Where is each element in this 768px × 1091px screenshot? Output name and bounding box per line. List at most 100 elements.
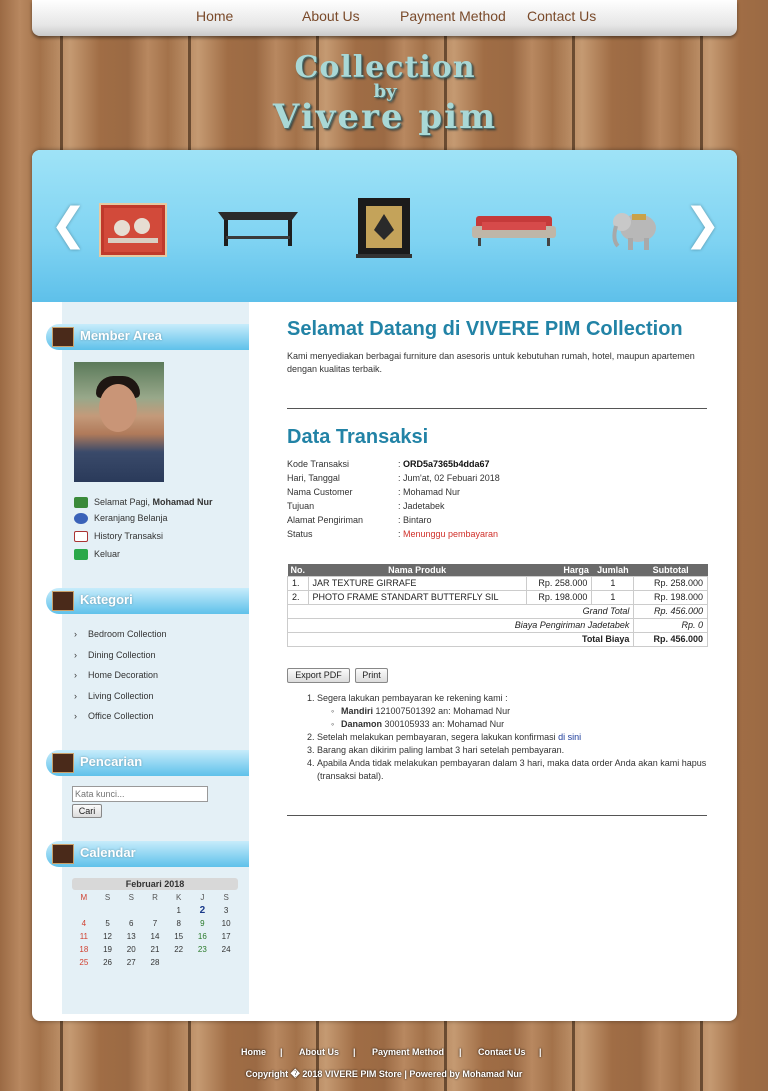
chevron-right-icon: › bbox=[74, 650, 77, 660]
confirm-link[interactable]: di sini bbox=[558, 732, 581, 742]
detail-label: Tujuan bbox=[287, 501, 315, 511]
site-logo[interactable]: Collection by Vivere pim bbox=[225, 52, 545, 142]
footer-about-link[interactable]: About Us bbox=[299, 1047, 339, 1057]
logout-label: Keluar bbox=[94, 549, 121, 559]
category-title: Kategori bbox=[80, 592, 133, 607]
detail-colon: : bbox=[398, 529, 401, 539]
greeting-text: Selamat Pagi, bbox=[94, 497, 153, 507]
category-item-bedroom[interactable]: › Bedroom Collection bbox=[74, 629, 167, 639]
total-value: Rp. 456.000 bbox=[633, 631, 708, 647]
calendar-day: 21 bbox=[150, 945, 160, 954]
detail-label: Status bbox=[287, 529, 313, 539]
category-label: Bedroom Collection bbox=[88, 629, 167, 639]
calendar-day: 4 bbox=[81, 919, 87, 928]
category-item-office[interactable]: › Office Collection bbox=[74, 711, 153, 721]
calendar-day-header: K bbox=[175, 893, 182, 902]
footer-separator: | bbox=[539, 1047, 542, 1057]
welcome-title: Selamat Datang di VIVERE PIM Collection bbox=[287, 318, 683, 340]
calendar-month: Februari 2018 bbox=[72, 878, 238, 890]
detail-colon: : bbox=[398, 473, 401, 483]
list-item: 2. Setelah melakukan pembayaran, segera l… bbox=[307, 732, 582, 742]
category-item-living[interactable]: › Living Collection bbox=[74, 691, 154, 701]
calendar-day bbox=[191, 956, 215, 969]
main-container: ❮ ❯ Member Area Selamat Pagi, Mohamad Nu… bbox=[32, 150, 737, 1021]
search-input[interactable] bbox=[72, 786, 208, 802]
calendar-day bbox=[214, 956, 238, 969]
vivere-logo-icon bbox=[52, 753, 74, 773]
detail-value: Mohamad Nur bbox=[403, 487, 461, 497]
logo-line-1: Collection bbox=[294, 50, 476, 85]
slider-next-arrow-icon[interactable]: ❯ bbox=[684, 203, 721, 247]
grand-total-value: Rp. 456.000 bbox=[633, 603, 708, 619]
cart-link[interactable]: Keranjang Belanja bbox=[74, 513, 168, 525]
product-thumb-elephant[interactable] bbox=[608, 202, 662, 254]
table-header-row: No. Nama Produk Harga Jumlah Subtotal bbox=[287, 564, 708, 576]
avatar-face bbox=[99, 384, 137, 432]
table-cell: Rp. 198.000 bbox=[525, 589, 593, 605]
table-cell: 1 bbox=[591, 589, 635, 605]
detail-colon: : bbox=[398, 459, 401, 469]
calendar-day: 9 bbox=[200, 919, 205, 928]
calendar-day: 13 bbox=[126, 932, 136, 941]
export-pdf-button[interactable]: Export PDF bbox=[287, 668, 350, 683]
calendar-day: 1 bbox=[176, 906, 181, 915]
search-button[interactable]: Cari bbox=[72, 804, 102, 818]
nav-payment-link[interactable]: Payment Method bbox=[400, 8, 506, 24]
welcome-text: Kami menyediakan berbagai furniture dan … bbox=[287, 351, 695, 374]
footer-contact-link[interactable]: Contact Us bbox=[478, 1047, 526, 1057]
calendar-day-today[interactable]: 2 bbox=[191, 904, 215, 917]
detail-colon: : bbox=[398, 487, 401, 497]
calendar-day-header: S bbox=[104, 893, 111, 902]
top-navbar: Home About Us Payment Method Contact Us bbox=[32, 0, 737, 36]
slider-prev-arrow-icon[interactable]: ❮ bbox=[50, 203, 87, 247]
footer-home-link[interactable]: Home bbox=[241, 1047, 266, 1057]
product-thumb-sofa[interactable] bbox=[468, 208, 560, 248]
table-cell: 2. bbox=[287, 589, 309, 605]
table-header: Nama Produk bbox=[308, 564, 527, 576]
calendar-day: 3 bbox=[223, 906, 229, 915]
avatar bbox=[74, 362, 164, 482]
product-thumb-photo-frame[interactable] bbox=[354, 196, 414, 260]
category-label: Home Decoration bbox=[88, 670, 159, 680]
category-label: Living Collection bbox=[88, 691, 154, 701]
nav-about-link[interactable]: About Us bbox=[302, 8, 360, 24]
detail-value: Jadetabek bbox=[403, 501, 445, 511]
table-cell: Rp. 258.000 bbox=[633, 575, 708, 591]
instruction-text: Barang akan dikirim paling lambat 3 hari… bbox=[317, 745, 565, 755]
table-row: 1. JAR TEXTURE GIRRAFE Rp. 258.000 1 Rp.… bbox=[287, 575, 708, 591]
calendar-day bbox=[167, 956, 191, 969]
calendar-day: 14 bbox=[150, 932, 160, 941]
nav-home-link[interactable]: Home bbox=[196, 8, 233, 24]
total-label: Total Biaya bbox=[286, 631, 635, 647]
order-table: No. Nama Produk Harga Jumlah Subtotal 1.… bbox=[286, 564, 708, 647]
detail-value: Bintaro bbox=[403, 515, 432, 525]
table-cell: 1. bbox=[287, 575, 309, 591]
print-button[interactable]: Print bbox=[355, 668, 388, 683]
bank-name: Mandiri bbox=[341, 706, 374, 716]
table-cell: Rp. 198.000 bbox=[633, 589, 708, 605]
chevron-right-icon: › bbox=[74, 711, 77, 721]
calendar-day: 17 bbox=[221, 932, 231, 941]
history-icon bbox=[74, 531, 88, 543]
table-header: No. bbox=[287, 564, 308, 576]
calendar-day: 6 bbox=[129, 919, 134, 928]
footer-payment-link[interactable]: Payment Method bbox=[372, 1047, 444, 1057]
calendar-day: 11 bbox=[79, 932, 88, 941]
history-link[interactable]: History Transaksi bbox=[74, 531, 163, 543]
category-item-home-decoration[interactable]: › Home Decoration bbox=[74, 670, 158, 680]
category-header: Kategori bbox=[46, 588, 249, 614]
detail-label: Nama Customer bbox=[287, 487, 353, 497]
calendar-day bbox=[96, 904, 120, 917]
product-slider: ❮ ❯ bbox=[32, 150, 737, 302]
nav-contact-link[interactable]: Contact Us bbox=[527, 8, 596, 24]
calendar-day: 10 bbox=[221, 919, 231, 928]
product-thumb-coffee-table[interactable] bbox=[212, 202, 304, 250]
search-title: Pencarian bbox=[80, 754, 143, 769]
product-thumb-ornament[interactable] bbox=[98, 202, 168, 258]
logout-link[interactable]: Keluar bbox=[74, 549, 121, 561]
member-area-header: Member Area bbox=[46, 324, 249, 350]
chevron-right-icon: › bbox=[74, 629, 77, 639]
copyright-text: Copyright � 2018 VIVERE PIM Store | Powe… bbox=[245, 1069, 523, 1079]
category-item-dining[interactable]: › Dining Collection bbox=[74, 650, 156, 660]
search-header: Pencarian bbox=[46, 750, 249, 776]
